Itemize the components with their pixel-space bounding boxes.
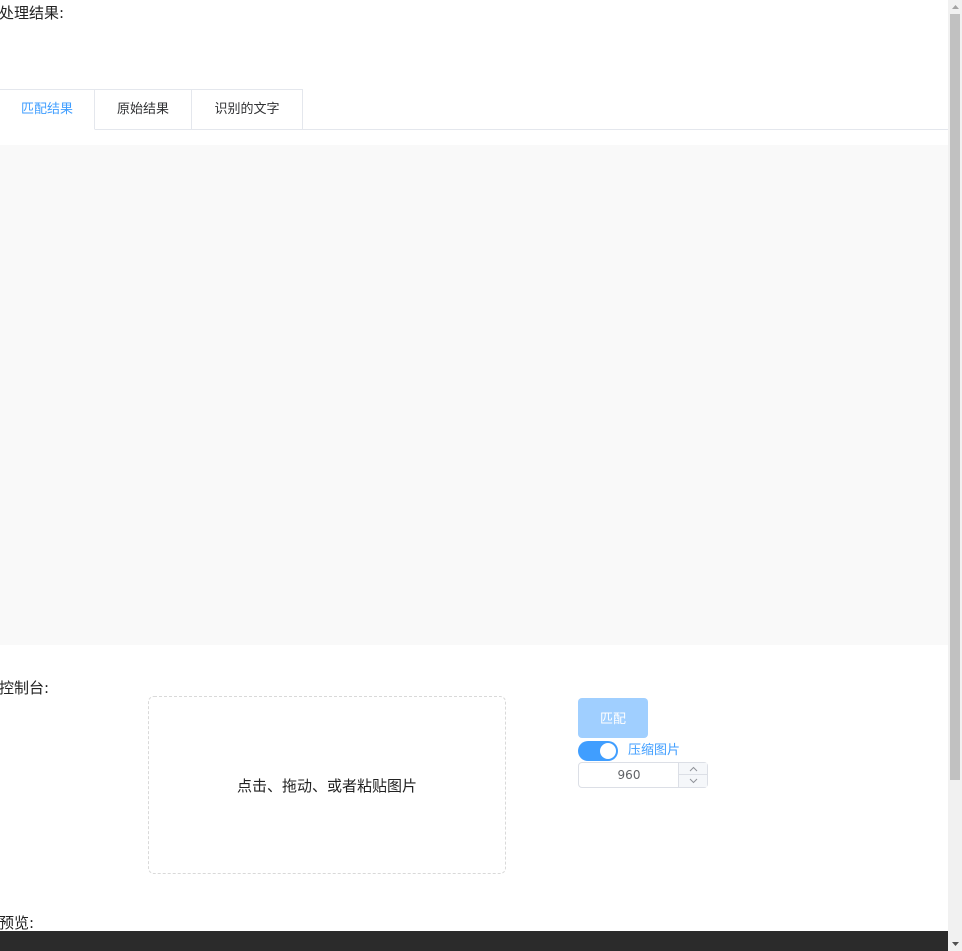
compress-size-input[interactable] <box>579 763 679 787</box>
compress-image-switch[interactable] <box>578 741 618 761</box>
chevron-up-icon <box>689 766 697 771</box>
increase-button[interactable] <box>679 763 707 775</box>
result-content-area <box>0 145 948 645</box>
decrease-button[interactable] <box>679 775 707 787</box>
switch-knob <box>600 743 616 759</box>
stepper-controls <box>678 763 707 787</box>
triangle-up-icon <box>951 5 959 9</box>
result-section-label: 处理结果: <box>0 4 65 22</box>
tab-recognized-text[interactable]: 识别的文字 <box>192 89 303 129</box>
page: 处理结果: 匹配结果 原始结果 识别的文字 控制台: 点击、拖动、或者粘贴图片 … <box>0 0 948 951</box>
preview-area <box>0 931 948 951</box>
scrollbar-thumb[interactable] <box>950 14 960 780</box>
compress-size-stepper <box>578 762 708 788</box>
tab-raw-result[interactable]: 原始结果 <box>95 89 192 129</box>
upload-hint-text: 点击、拖动、或者粘贴图片 <box>236 776 417 795</box>
chevron-down-icon <box>689 778 697 784</box>
scroll-down-arrow[interactable] <box>948 937 962 951</box>
preview-section-label: 预览: <box>0 914 35 932</box>
compress-image-label: 压缩图片 <box>628 743 681 758</box>
triangle-down-icon <box>951 942 959 946</box>
match-button[interactable]: 匹配 <box>578 698 648 738</box>
scroll-up-arrow[interactable] <box>948 0 962 14</box>
console-section-label: 控制台: <box>0 679 50 697</box>
vertical-scrollbar[interactable] <box>948 0 962 951</box>
tab-match-result[interactable]: 匹配结果 <box>0 89 95 130</box>
image-upload-dropzone[interactable]: 点击、拖动、或者粘贴图片 <box>148 696 506 874</box>
result-tabs: 匹配结果 原始结果 识别的文字 <box>0 89 948 130</box>
